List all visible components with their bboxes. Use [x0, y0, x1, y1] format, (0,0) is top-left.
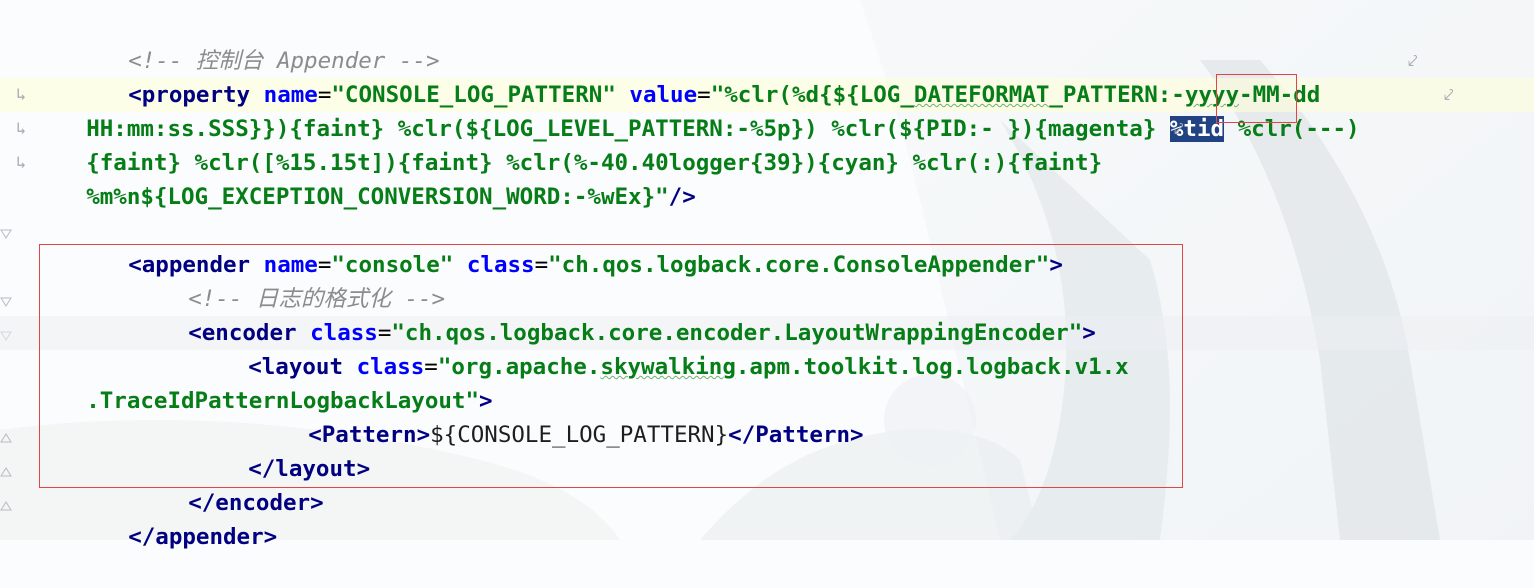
code-line: <property name="CONSOLE_LOG_PATTERN" val… — [128, 82, 1321, 108]
xml-tag: /> — [668, 184, 696, 210]
annotation-box-tid — [1216, 74, 1297, 123]
code-line: %m%n${LOG_EXCEPTION_CONVERSION_WORD:-%wE… — [32, 146, 696, 210]
soft-wrap-icon: ⤦ — [1444, 85, 1454, 105]
xml-bracket: </ — [128, 524, 156, 550]
code-line: <!-- 控制台 Appender --> — [74, 10, 439, 74]
code-line: {faint} %clr([%15.15t]){faint} %clr(%-40… — [32, 112, 1116, 176]
code-line: <appender name="console" class="ch.qos.l… — [128, 252, 1063, 278]
xml-bracket: > — [310, 490, 324, 516]
xml-bracket: > — [263, 524, 278, 550]
soft-wrap-icon: ⤦ — [1408, 51, 1418, 71]
xml-attribute-value: %m%n${LOG_EXCEPTION_CONVERSION_WORD:-%wE… — [86, 184, 669, 210]
soft-wrap-icon: ⤦ — [1174, 119, 1184, 139]
code-line: </appender> — [74, 486, 277, 550]
annotation-box-encoder — [39, 244, 1183, 488]
code-line: HH:mm:ss.SSS}}){faint} %clr(${LOG_LEVEL_… — [32, 78, 1360, 142]
xml-tag: appender — [155, 524, 264, 550]
